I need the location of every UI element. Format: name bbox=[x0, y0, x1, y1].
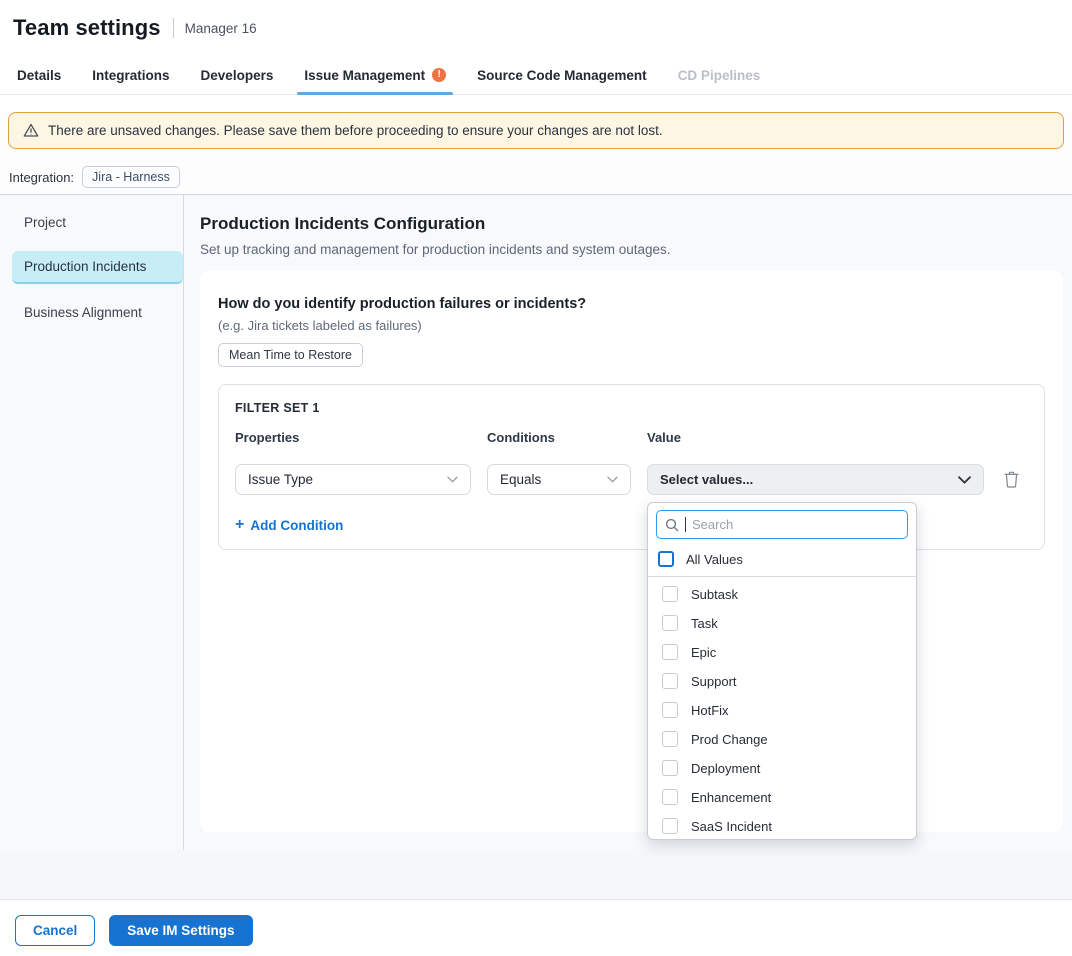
conditions-select[interactable]: Equals bbox=[487, 464, 631, 495]
delete-condition-button[interactable] bbox=[1000, 469, 1022, 491]
sidebar-item-business-alignment[interactable]: Business Alignment bbox=[12, 297, 183, 328]
chevron-down-icon bbox=[607, 476, 618, 483]
tab-details[interactable]: Details bbox=[17, 56, 61, 94]
filter-condition-row: Issue Type Equals Select values.. bbox=[235, 464, 1028, 495]
search-placeholder: Search bbox=[692, 517, 733, 532]
filter-set-title: FILTER SET 1 bbox=[235, 401, 1028, 415]
option-prod-change[interactable]: Prod Change bbox=[648, 725, 916, 754]
text-caret bbox=[685, 517, 686, 532]
chevron-down-icon bbox=[958, 476, 971, 484]
metric-chip: Mean Time to Restore bbox=[218, 343, 363, 367]
page-header: Team settings Manager 16 bbox=[0, 0, 1072, 56]
banner-text: There are unsaved changes. Please save t… bbox=[48, 123, 663, 138]
checkbox[interactable] bbox=[662, 760, 678, 776]
integration-chip[interactable]: Jira - Harness bbox=[82, 166, 180, 188]
lower-spacer bbox=[0, 850, 1072, 899]
trash-icon bbox=[1004, 471, 1019, 488]
alert-badge: ! bbox=[432, 68, 446, 82]
question-hint: (e.g. Jira tickets labeled as failures) bbox=[218, 318, 1045, 333]
option-saas-incident[interactable]: SaaS Incident bbox=[648, 812, 916, 840]
option-subtask[interactable]: Subtask bbox=[648, 580, 916, 609]
tab-integrations[interactable]: Integrations bbox=[92, 56, 169, 94]
checkbox[interactable] bbox=[662, 818, 678, 834]
search-input[interactable]: Search bbox=[656, 510, 908, 539]
question-heading: How do you identify production failures … bbox=[218, 296, 1045, 312]
checkbox[interactable] bbox=[662, 673, 678, 689]
filter-column-headers: Properties Conditions Value bbox=[235, 430, 1028, 445]
option-epic[interactable]: Epic bbox=[648, 638, 916, 667]
tab-developers[interactable]: Developers bbox=[201, 56, 274, 94]
footer-bar: Cancel Save IM Settings bbox=[0, 899, 1072, 956]
upper-zone: There are unsaved changes. Please save t… bbox=[0, 112, 1072, 195]
filter-set-1: FILTER SET 1 Properties Conditions Value… bbox=[218, 384, 1045, 550]
integration-label: Integration: bbox=[9, 170, 74, 185]
team-name-label: Manager 16 bbox=[185, 21, 257, 36]
column-label-conditions: Conditions bbox=[487, 430, 631, 445]
value-select-wrapper: Select values... bbox=[647, 464, 984, 495]
tab-cd-pipelines: CD Pipelines bbox=[678, 56, 761, 94]
checkbox[interactable] bbox=[662, 731, 678, 747]
sidebar-item-production-incidents[interactable]: Production Incidents bbox=[12, 251, 183, 284]
checkbox[interactable] bbox=[662, 615, 678, 631]
cancel-button[interactable]: Cancel bbox=[15, 915, 95, 946]
option-all-values[interactable]: All Values bbox=[648, 545, 916, 577]
option-deployment[interactable]: Deployment bbox=[648, 754, 916, 783]
integration-row: Integration: Jira - Harness bbox=[9, 166, 1072, 188]
section-subtitle: Set up tracking and management for produ… bbox=[200, 242, 1063, 257]
checkbox[interactable] bbox=[662, 702, 678, 718]
value-select[interactable]: Select values... bbox=[647, 464, 984, 495]
option-enhancement[interactable]: Enhancement bbox=[648, 783, 916, 812]
column-label-value: Value bbox=[647, 430, 984, 445]
unsaved-changes-banner: There are unsaved changes. Please save t… bbox=[8, 112, 1064, 149]
search-icon bbox=[665, 518, 679, 532]
tab-issue-management[interactable]: Issue Management ! bbox=[304, 56, 446, 94]
checkbox[interactable] bbox=[662, 789, 678, 805]
save-im-settings-button[interactable]: Save IM Settings bbox=[109, 915, 252, 946]
checkbox[interactable] bbox=[662, 586, 678, 602]
plus-icon: + bbox=[235, 517, 244, 533]
checkbox[interactable] bbox=[658, 551, 674, 567]
title-divider bbox=[173, 18, 174, 38]
value-dropdown-panel[interactable]: Search All Values Subtask bbox=[647, 502, 917, 840]
warning-icon bbox=[23, 123, 39, 138]
checkbox[interactable] bbox=[662, 644, 678, 660]
option-hotfix[interactable]: HotFix bbox=[648, 696, 916, 725]
config-card: How do you identify production failures … bbox=[200, 270, 1063, 832]
properties-select[interactable]: Issue Type bbox=[235, 464, 471, 495]
main-pane: Production Incidents Configuration Set u… bbox=[184, 195, 1072, 850]
tab-source-code-management[interactable]: Source Code Management bbox=[477, 56, 647, 94]
column-label-properties: Properties bbox=[235, 430, 471, 445]
option-task[interactable]: Task bbox=[648, 609, 916, 638]
sidebar-item-project[interactable]: Project bbox=[12, 207, 183, 238]
chevron-down-icon bbox=[447, 476, 458, 483]
add-condition-button[interactable]: + Add Condition bbox=[235, 517, 343, 533]
page-title: Team settings bbox=[13, 15, 161, 41]
tab-bar: Details Integrations Developers Issue Ma… bbox=[0, 56, 1072, 95]
section-title: Production Incidents Configuration bbox=[200, 214, 1063, 234]
settings-side-nav: Project Production Incidents Business Al… bbox=[0, 195, 184, 850]
settings-area: Project Production Incidents Business Al… bbox=[0, 195, 1072, 850]
option-support[interactable]: Support bbox=[648, 667, 916, 696]
